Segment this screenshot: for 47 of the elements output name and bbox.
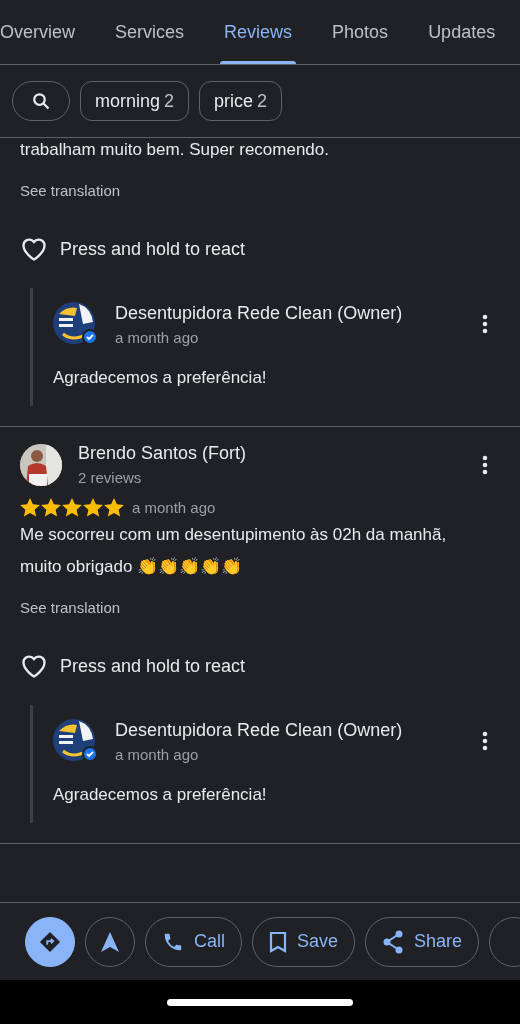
reply-time: a month ago	[115, 328, 200, 346]
reviewer-meta: 2 reviews	[78, 469, 143, 486]
directions-button[interactable]	[25, 916, 75, 967]
share-icon	[382, 929, 405, 954]
business-logo-avatar	[53, 302, 99, 346]
directions-icon	[39, 930, 61, 953]
more-options-icon[interactable]	[482, 454, 488, 475]
business-logo-avatar	[53, 719, 99, 763]
star-icon	[83, 498, 103, 517]
filter-chip[interactable]: price 2	[199, 81, 283, 121]
react-button[interactable]: Press and hold to react	[20, 653, 246, 679]
chip-count: 2	[164, 90, 175, 112]
reviewer-name: Brendo Santos (Fort)	[78, 443, 248, 464]
chip-count: 2	[257, 90, 268, 112]
see-translation-link[interactable]: See translation	[20, 182, 121, 199]
star-icon	[20, 498, 40, 517]
see-translation-link[interactable]: See translation	[20, 599, 121, 616]
home-indicator[interactable]	[167, 998, 353, 1006]
reply-text: Agradecemos a preferência!	[53, 785, 268, 805]
tab[interactable]: Updates	[408, 0, 516, 64]
filter-chip[interactable]: morning 2	[80, 81, 190, 121]
heart-icon	[20, 236, 48, 262]
owner-name: Desentupidora Rede Clean (Owner)	[115, 302, 404, 324]
review-text: Me socorreu com um desentupimento às 02h da manhã, muito obrigado 👏👏👏👏👏	[20, 524, 448, 578]
save-button[interactable]: Save	[252, 916, 356, 967]
reply-text: Agradecemos a preferência!	[53, 368, 268, 388]
star-icon	[104, 498, 124, 517]
tab[interactable]: Photos	[312, 0, 409, 64]
star-icon	[41, 498, 61, 517]
more-options-icon[interactable]	[482, 731, 488, 751]
tab[interactable]: Reviews	[204, 0, 313, 64]
call-button[interactable]: Call	[145, 916, 242, 967]
review-text: trabalham muito bem. Super recomendo.	[20, 139, 330, 161]
tab[interactable]: Services	[95, 0, 205, 64]
user-avatar	[20, 443, 62, 486]
review-time: a month ago	[132, 499, 216, 516]
star-icon	[62, 498, 82, 517]
reply-time: a month ago	[115, 745, 200, 763]
owner-name: Desentupidora Rede Clean (Owner)	[115, 719, 404, 741]
more-options-icon[interactable]	[482, 314, 488, 334]
react-button[interactable]: Press and hold to react	[20, 236, 246, 262]
search-icon	[32, 92, 50, 110]
navigation-arrow-icon	[101, 931, 119, 952]
tab[interactable]: Overview	[0, 0, 95, 64]
bookmark-icon	[269, 930, 287, 953]
share-button[interactable]: Share	[365, 916, 480, 967]
heart-icon	[20, 653, 48, 679]
